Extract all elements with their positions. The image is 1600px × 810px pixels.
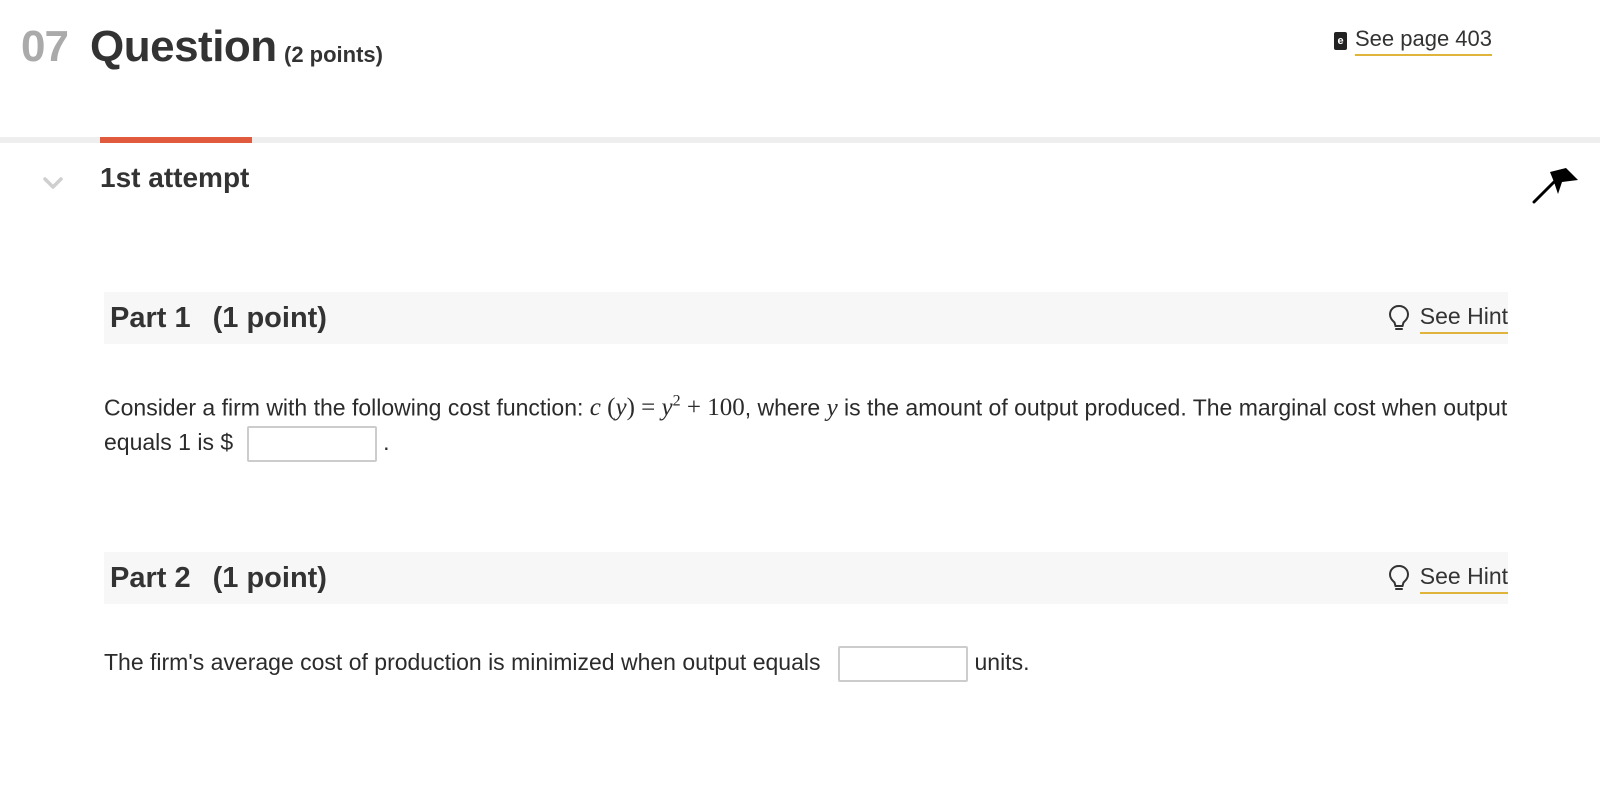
chevron-down-icon[interactable] — [42, 174, 64, 192]
math-variable-2: y — [826, 394, 838, 422]
part-1-answer-input[interactable] — [247, 426, 378, 463]
part-2-answer-input[interactable] — [838, 645, 969, 682]
see-page-link[interactable]: See page 403 — [1355, 26, 1493, 56]
math-rhs-base: y — [661, 394, 673, 422]
part-2-label: Part 2 — [110, 561, 191, 594]
question-points: (2 points) — [284, 42, 383, 67]
cost-function-math: c (y) = y2 + 100 — [589, 393, 745, 422]
flag-icon[interactable] — [1532, 168, 1580, 206]
part-1-label: Part 1 — [110, 301, 191, 334]
part-1-title: Part 1 (1 point) — [110, 302, 327, 335]
see-hint-link[interactable]: See Hint — [1419, 303, 1508, 334]
math-function-name: c — [589, 394, 601, 422]
math-exponent: 2 — [672, 393, 681, 410]
part-2-title: Part 2 (1 point) — [110, 562, 327, 595]
part-1-text-after-math: , where — [744, 394, 827, 421]
part-1-points: (1 point) — [212, 301, 327, 334]
part-2-header: Part 2 (1 point) See Hint — [104, 552, 1508, 604]
part-2-text: The firm's average cost of production is… — [104, 649, 821, 675]
math-variable: y — [615, 394, 627, 422]
part-1-question-text: Consider a firm with the following cost … — [104, 385, 1514, 463]
ebook-icon: e — [1334, 32, 1347, 50]
lightbulb-icon — [1388, 304, 1409, 330]
lightbulb-icon — [1388, 564, 1409, 590]
part-1-period: . — [383, 429, 390, 456]
part-2-unit: units. — [974, 649, 1030, 675]
question-number: 07 — [21, 22, 69, 71]
attempt-label[interactable]: 1st attempt — [100, 162, 249, 194]
see-hint-link[interactable]: See Hint — [1419, 563, 1508, 594]
question-title: Question — [90, 22, 277, 71]
math-rhs-rest: + 100 — [680, 394, 745, 422]
see-page-link-group[interactable]: e See page 403 — [1334, 26, 1493, 56]
part-1-header: Part 1 (1 point) See Hint — [104, 292, 1508, 344]
part-1-hint[interactable]: See Hint — [1388, 303, 1508, 334]
part-2-points: (1 point) — [212, 561, 327, 594]
part-2-hint[interactable]: See Hint — [1388, 563, 1508, 594]
part-2-question-text: The firm's average cost of production is… — [104, 645, 1029, 682]
attempt-tab-indicator — [100, 137, 252, 143]
part-1-text-before-math: Consider a firm with the following cost … — [104, 394, 590, 421]
